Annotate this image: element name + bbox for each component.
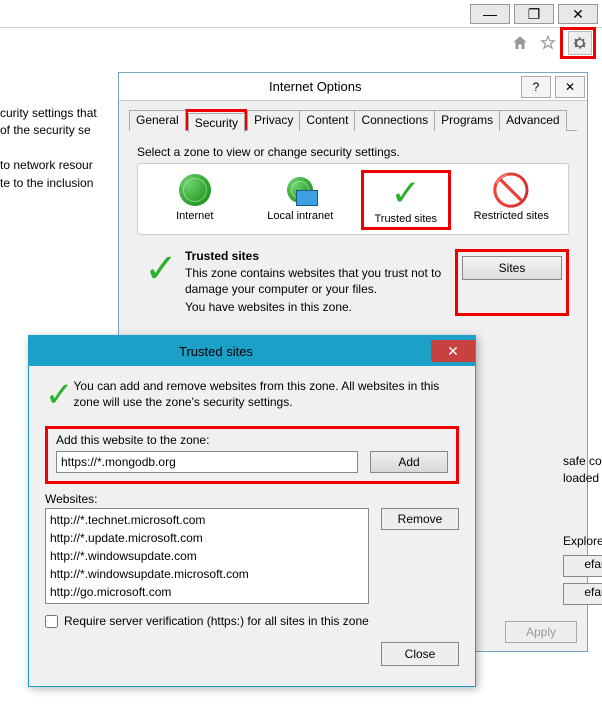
tab-content[interactable]: Content [299, 110, 355, 131]
trusted-heading: Trusted sites [185, 249, 455, 263]
gear-icon[interactable] [568, 31, 592, 55]
trusted-description: ✓ Trusted sites This zone contains websi… [137, 249, 569, 316]
tab-connections[interactable]: Connections [354, 110, 435, 131]
list-item[interactable]: http://*.technet.microsoft.com [50, 511, 364, 529]
websites-listbox[interactable]: http://*.technet.microsoft.com http://*.… [45, 508, 369, 604]
zone-label: Local intranet [267, 210, 333, 222]
background-text: curity settings that of the security se … [0, 105, 120, 192]
minimize-button[interactable]: — [470, 4, 510, 24]
internet-options-title: Internet Options [269, 79, 362, 94]
partial-line: Explorer) [563, 533, 602, 550]
window-titlebar: — ❐ ✕ [0, 0, 602, 28]
partial-line: safe content [563, 453, 602, 470]
list-item[interactable]: http://go.microsoft.com [50, 583, 364, 601]
minimize-icon: — [483, 7, 497, 21]
apply-button[interactable]: Apply [505, 621, 577, 643]
browser-toolbar [0, 28, 602, 58]
tab-row: General Security Privacy Content Connect… [129, 109, 577, 131]
maximize-icon: ❐ [528, 7, 541, 21]
require-https-label: Require server verification (https:) for… [64, 614, 369, 628]
list-item[interactable]: http://*.windowsupdate.com [50, 547, 364, 565]
security-tab-highlight: Security [185, 109, 247, 130]
check-icon: ✓ [388, 175, 424, 211]
help-icon: ? [533, 80, 540, 94]
close-icon: ✕ [572, 7, 584, 21]
partial-text: safe content loaded Explorer) efault lev… [563, 453, 602, 605]
default-level-button[interactable]: efault level [563, 583, 602, 605]
zone-local-intranet[interactable]: Local intranet [255, 170, 345, 230]
security-pane: Select a zone to view or change security… [119, 131, 587, 330]
require-https-checkbox[interactable] [45, 615, 58, 628]
zone-list: Internet Local intranet ✓ Trusted sites … [137, 163, 569, 235]
trusted-desc1: This zone contains websites that you tru… [185, 265, 455, 297]
zone-label: Trusted sites [374, 213, 437, 225]
custom-level-button[interactable]: efault level [563, 555, 602, 577]
zone-internet[interactable]: Internet [150, 170, 240, 230]
trusted-sites-intro-text: You can add and remove websites from thi… [74, 378, 460, 410]
maximize-button[interactable]: ❐ [514, 4, 554, 24]
add-website-highlight: Add this website to the zone: Add [45, 426, 459, 484]
restricted-icon: 🚫 [493, 172, 529, 208]
websites-label: Websites: [45, 492, 459, 506]
intranet-icon [282, 172, 318, 208]
sites-button-highlight: Sites [455, 249, 569, 316]
trusted-desc2: You have websites in this zone. [185, 299, 455, 315]
trusted-sites-close-button[interactable]: ✕ [431, 340, 475, 362]
remove-button[interactable]: Remove [381, 508, 459, 530]
dialog-close-button[interactable]: ✕ [555, 76, 585, 98]
trusted-sites-titlebar[interactable]: Trusted sites ✕ [29, 336, 475, 366]
globe-icon [177, 172, 213, 208]
sites-button[interactable]: Sites [462, 256, 562, 280]
zone-restricted-sites[interactable]: 🚫 Restricted sites [466, 170, 556, 230]
zone-prompt: Select a zone to view or change security… [137, 145, 569, 159]
close-button[interactable]: ✕ [558, 4, 598, 24]
close-icon: ✕ [447, 343, 459, 360]
check-icon: ✓ [137, 249, 185, 316]
gear-highlight [560, 27, 596, 59]
list-item[interactable]: http://*.update.microsoft.com [50, 529, 364, 547]
zone-label: Internet [176, 210, 213, 222]
partial-line: loaded [563, 470, 602, 487]
internet-options-titlebar[interactable]: Internet Options ? ✕ [119, 73, 587, 101]
add-website-input[interactable] [56, 451, 358, 473]
close-icon: ✕ [565, 80, 575, 94]
home-icon[interactable] [508, 31, 532, 55]
zone-label: Restricted sites [474, 210, 549, 222]
tab-programs[interactable]: Programs [434, 110, 500, 131]
tab-advanced[interactable]: Advanced [499, 110, 566, 131]
trusted-sites-intro: ✓ You can add and remove websites from t… [45, 378, 459, 412]
tab-general[interactable]: General [129, 110, 186, 131]
dialog-footer: Apply [505, 621, 577, 643]
zone-trusted-sites[interactable]: ✓ Trusted sites [361, 170, 451, 230]
add-website-label: Add this website to the zone: [56, 433, 209, 447]
check-icon: ✓ [45, 378, 74, 412]
list-item[interactable]: http://*.windowsupdate.microsoft.com [50, 565, 364, 583]
add-button[interactable]: Add [370, 451, 448, 473]
star-icon[interactable] [536, 31, 560, 55]
trusted-sites-dialog: Trusted sites ✕ ✓ You can add and remove… [28, 335, 476, 687]
tab-security[interactable]: Security [188, 113, 245, 133]
close-button[interactable]: Close [381, 642, 459, 666]
trusted-sites-title: Trusted sites [179, 344, 253, 359]
help-button[interactable]: ? [521, 76, 551, 98]
tab-privacy[interactable]: Privacy [247, 110, 300, 131]
